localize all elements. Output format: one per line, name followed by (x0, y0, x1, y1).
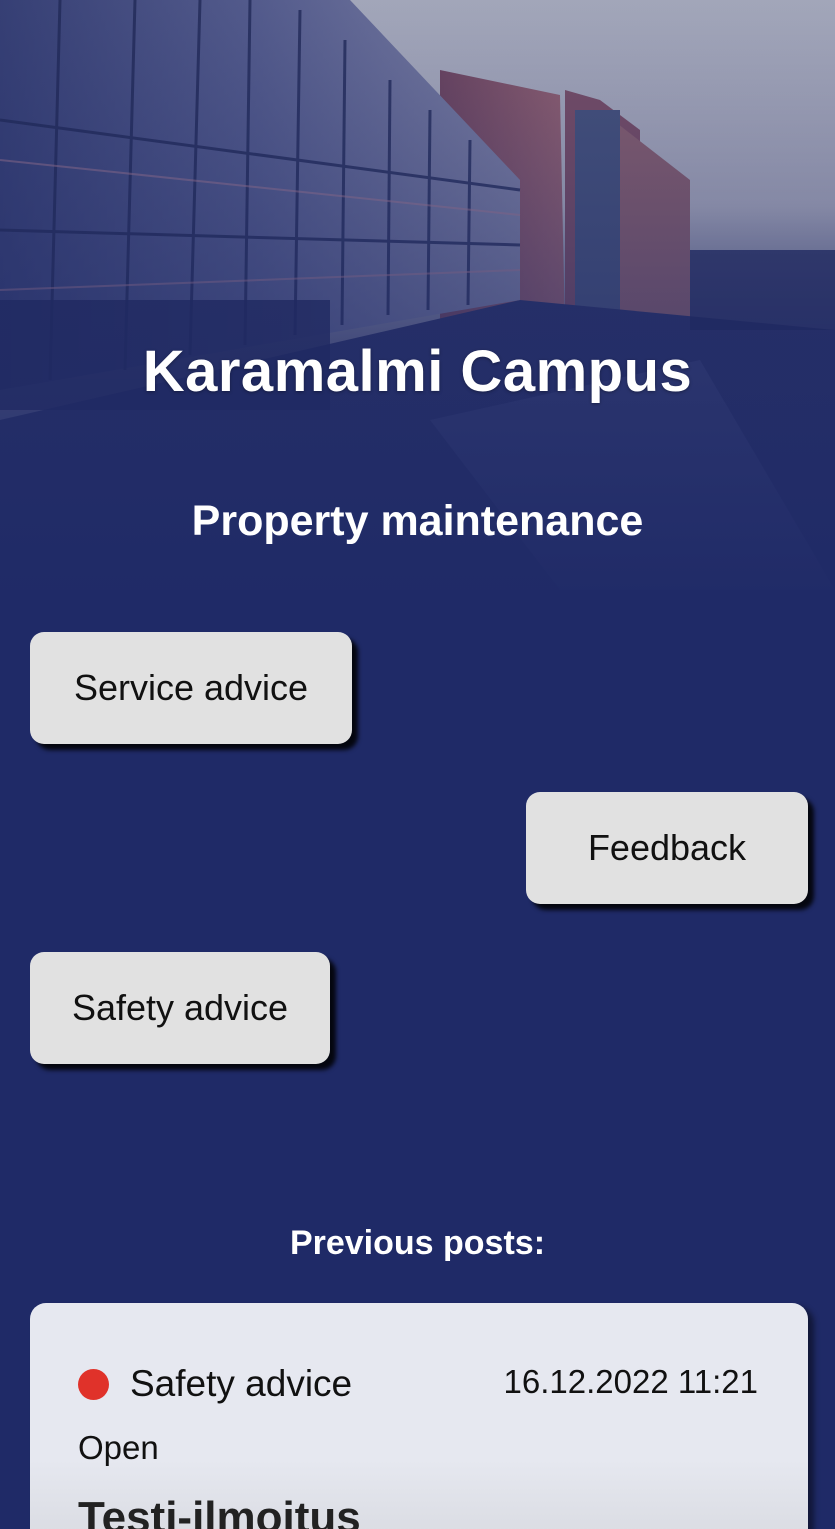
post-title: Testi-ilmoitus (78, 1493, 361, 1529)
status-indicator-icon (78, 1369, 109, 1400)
post-datetime: 16.12.2022 11:21 (503, 1363, 758, 1400)
post-status: Open (78, 1429, 159, 1466)
post-card[interactable]: Safety advice 16.12.2022 11:21 Open Test… (30, 1303, 808, 1529)
campus-title: Karamalmi Campus (142, 339, 693, 404)
feedback-button[interactable]: Feedback (526, 792, 808, 904)
hero-banner: Karamalmi Campus Property maintenance (0, 0, 835, 590)
service-advice-button[interactable]: Service advice (30, 632, 352, 744)
post-category: Safety advice (130, 1363, 353, 1404)
safety-advice-button[interactable]: Safety advice (30, 952, 330, 1064)
section-subtitle: Property maintenance (191, 497, 644, 545)
page: Karamalmi Campus Property maintenance Se… (0, 0, 835, 1529)
previous-posts-heading: Previous posts: (289, 1224, 546, 1262)
